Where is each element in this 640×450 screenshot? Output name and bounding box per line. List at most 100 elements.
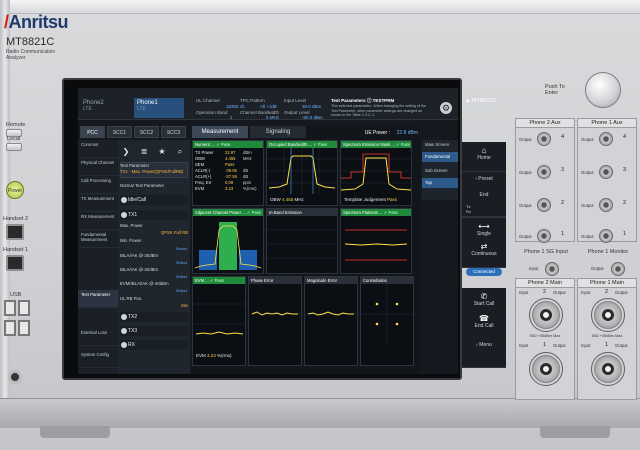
tx1-item[interactable]: TX1: [120, 210, 188, 220]
p2-output-1-connector[interactable]: [537, 229, 551, 243]
evm-pane[interactable]: EVM ... ✓ Pass EVM 3.23 %(rms): [192, 276, 246, 366]
phone-icon: ✆: [480, 292, 488, 301]
ul-rb-pos-value[interactable]: Min: [120, 303, 188, 308]
nav-test-parameter[interactable]: Test Parameter: [78, 290, 118, 308]
tpc-pattern-label: TPC Pattern: [240, 98, 265, 103]
param-toolbar: ❯ ≣ ★ ⌕: [118, 146, 190, 158]
ibla-1-select[interactable]: Select: [176, 260, 187, 265]
p1-main-output-label-1: Output: [615, 343, 628, 348]
p2-main-connector-2[interactable]: [529, 298, 563, 332]
p1-main-connector-1[interactable]: [591, 352, 625, 386]
handset1-port[interactable]: [6, 255, 24, 271]
local-button[interactable]: [6, 143, 22, 151]
star-icon[interactable]: ★: [156, 146, 168, 158]
idle-call-item[interactable]: Idle/Call: [120, 195, 188, 205]
channel-bandwidth-value[interactable]: 5 MHz: [266, 115, 279, 120]
handset2-port[interactable]: [6, 224, 24, 240]
nav-call-processing[interactable]: Call Processing: [78, 176, 118, 194]
min-power-select[interactable]: Select: [176, 246, 187, 251]
phone1-monitor-label: Phone 1 Monitor: [587, 249, 629, 255]
nav-system-config[interactable]: System Config: [78, 350, 118, 368]
nav-common[interactable]: Common: [78, 140, 118, 158]
monitor-output-connector[interactable]: [611, 262, 625, 276]
p2-output-4-connector[interactable]: [537, 132, 551, 146]
p1-output-4-connector[interactable]: [599, 132, 613, 146]
ibla-2-select[interactable]: Select: [176, 274, 187, 279]
nav-external-loss[interactable]: External Loss: [78, 328, 118, 346]
tx3-item[interactable]: TX3: [120, 326, 188, 336]
nav-rx-measurement[interactable]: RX Measurement: [78, 212, 118, 230]
tab-pcc[interactable]: PCC: [80, 126, 105, 138]
p1-output-2-connector[interactable]: [599, 198, 613, 212]
numeric-pane-header: Numeric ... ✓ Pass: [193, 141, 263, 148]
output-level-value[interactable]: -50.0 dBm: [302, 115, 323, 120]
ibe-pane[interactable]: In-Band Emission: [266, 208, 338, 274]
phone1-tab[interactable]: Phone1 LTE: [134, 98, 184, 118]
p1-output-3-connector[interactable]: [599, 165, 613, 179]
acp-pane[interactable]: Adjacent Channel Power ... ✓ Pass: [192, 208, 264, 274]
p2-output-2-connector[interactable]: [537, 198, 551, 212]
ul-channel-value[interactable]: 18300 ch: [226, 104, 245, 109]
sem-pane[interactable]: Spectrum Emission Mask ... ✓ Pass Templa…: [340, 140, 412, 206]
usb-label: USB: [10, 292, 22, 298]
p2-output-3-connector[interactable]: [537, 165, 551, 179]
nav-tx-measurement[interactable]: TX Measurement: [78, 194, 118, 212]
tx2-item[interactable]: TX2: [120, 312, 188, 322]
home-button[interactable]: ⌂ Home: [462, 142, 506, 172]
usb-port-2[interactable]: [18, 300, 30, 316]
numeric-pane[interactable]: Numeric ... ✓ Pass TX Power 22.87 dBm OBW 4…: [192, 140, 264, 206]
phase-error-header: Phase Error: [249, 277, 301, 284]
p1-main-input-label-1: Input: [581, 343, 591, 348]
constellation-pane[interactable]: Constellation: [360, 276, 414, 366]
evm-ibla-select[interactable]: Select: [176, 288, 187, 293]
freq-err-row: Freq. Err 0.09 ppm: [195, 180, 252, 185]
phase-error-pane[interactable]: Phase Error: [248, 276, 302, 366]
status-bar: Phone2 LTE Phone1 LTE UL Channel 18300 ch …: [78, 88, 458, 120]
search-icon[interactable]: ⌕: [174, 146, 186, 158]
left-nav: Common Physical Channel Call Processing …: [78, 140, 118, 374]
nav-fundamental-measurement[interactable]: Fundamental Measurement: [78, 230, 118, 248]
p2-main-connector-1[interactable]: [529, 352, 563, 386]
usb-port-1[interactable]: [4, 300, 16, 316]
power-button[interactable]: Power: [6, 181, 24, 199]
p1-port-4: 4: [623, 134, 627, 140]
tx-power-row: TX Power 22.87 dBm: [195, 150, 252, 155]
list-icon[interactable]: ≣: [138, 146, 150, 158]
top-item[interactable]: Top: [422, 178, 458, 188]
flatness-pane[interactable]: Spectrum Flatness ... ✓ Pass: [340, 208, 412, 274]
rotary-knob[interactable]: [585, 72, 621, 108]
p1-output-1-connector[interactable]: [599, 229, 613, 243]
obw-pane-header: Occupied Bandwidth ... ✓ Pass: [267, 141, 337, 148]
menu-button[interactable]: ‹ Menu: [462, 338, 506, 368]
tab-scc3[interactable]: SCC3: [161, 126, 186, 138]
forward-icon[interactable]: ❯: [120, 146, 132, 158]
obw-pane[interactable]: Occupied Bandwidth ... ✓ Pass OBW 4.455 …: [266, 140, 338, 206]
continuous-button[interactable]: ⇄ Continuous: [462, 238, 506, 268]
p1-main-port-1: 1: [605, 342, 609, 348]
sg-input-connector[interactable]: [545, 262, 559, 276]
tab-scc1[interactable]: SCC1: [107, 126, 132, 138]
tpc-pattern-value[interactable]: All +1dB: [260, 104, 277, 109]
usb-port-3[interactable]: [4, 320, 16, 336]
p1-main-connector-2[interactable]: [591, 298, 625, 332]
handset2-label: Handset 2: [3, 216, 29, 222]
operation-band-value[interactable]: 1: [230, 115, 233, 120]
tab-signaling[interactable]: Signaling: [250, 126, 306, 138]
magnitude-error-pane[interactable]: Magnitude Error: [304, 276, 358, 366]
model-name: MT8821C: [6, 36, 55, 48]
input-level-value[interactable]: 30.0 dBm: [302, 104, 321, 109]
phone2-tab[interactable]: Phone2 LTE: [80, 98, 130, 118]
end-call-button[interactable]: ☎ End Call: [462, 310, 506, 340]
sub-screen-label: Sub Screen: [425, 168, 448, 173]
ibla-2-label: IBLA/IAK @-30dBm: [120, 267, 159, 272]
nav-physical-channel[interactable]: Physical Channel: [78, 158, 118, 176]
gear-icon[interactable]: ⚙: [440, 102, 452, 114]
fundamental-item[interactable]: Fundamental: [422, 152, 458, 162]
max-power-value[interactable]: QPSK Full RB: [120, 230, 188, 235]
tab-scc2[interactable]: SCC2: [134, 126, 159, 138]
tab-measurement[interactable]: Measurement: [192, 126, 248, 138]
headphone-jack[interactable]: [8, 370, 22, 384]
home-icon: ⌂: [481, 146, 487, 155]
usb-port-4[interactable]: [18, 320, 30, 336]
rx-item[interactable]: RX: [120, 340, 188, 350]
